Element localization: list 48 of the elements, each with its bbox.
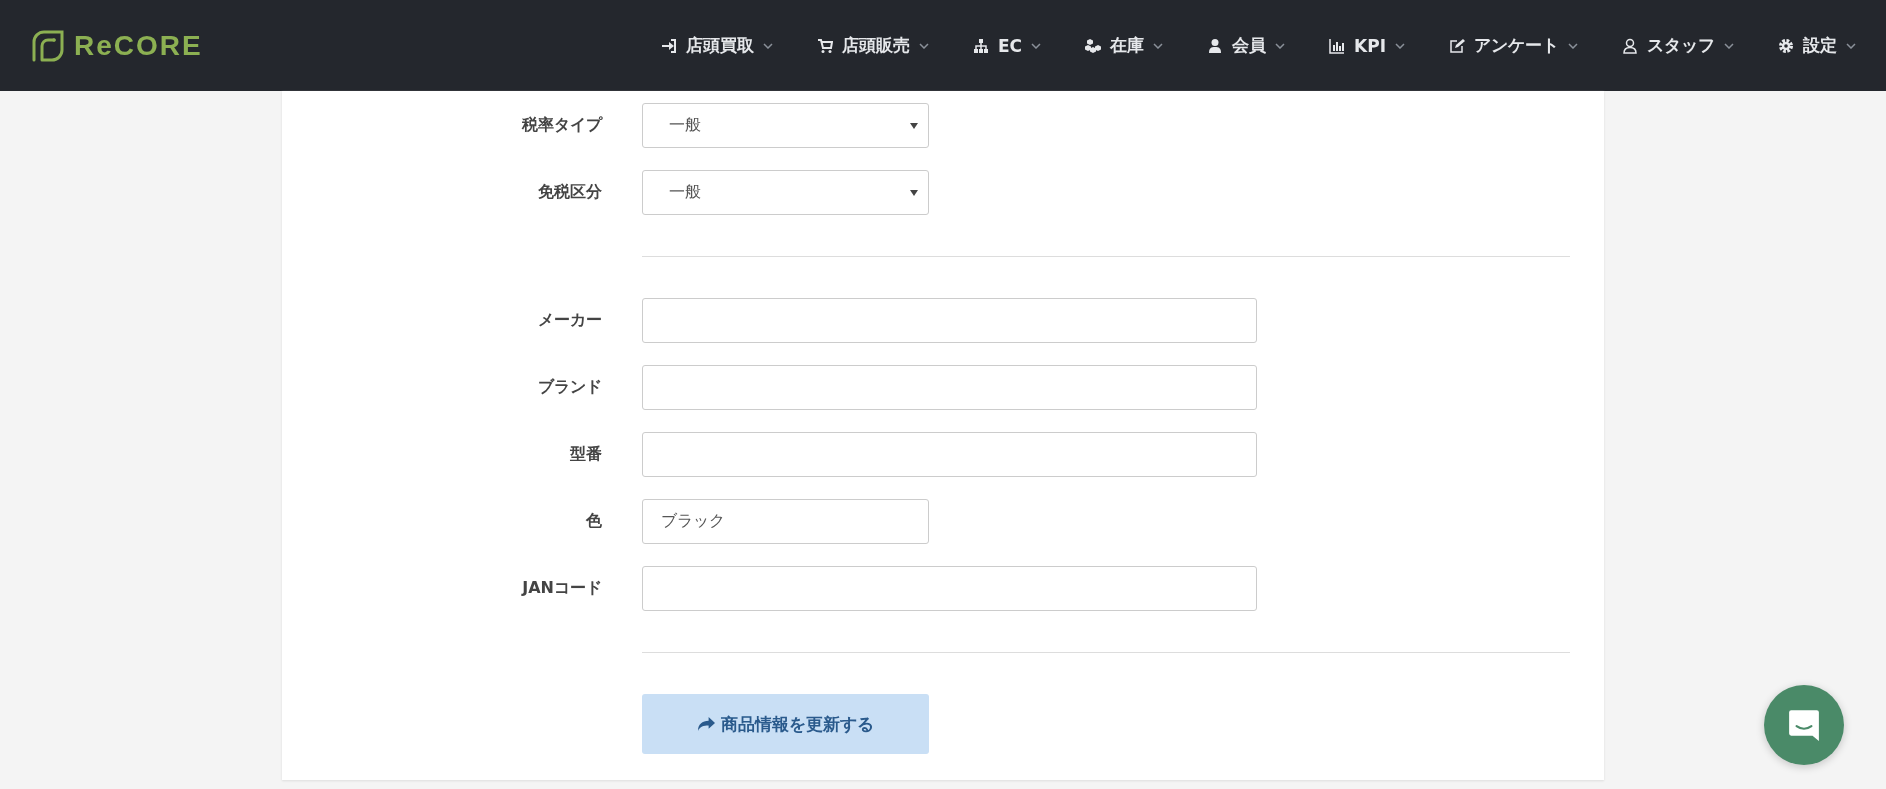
field-label: 型番 — [569, 444, 602, 465]
update-product-button[interactable]: 商品情報を更新する — [642, 694, 929, 754]
chat-launcher-button[interactable] — [1764, 685, 1844, 765]
nav-menu-item[interactable]: 設定 — [1778, 34, 1856, 57]
user-icon — [1207, 37, 1224, 54]
field-label: 色 — [585, 511, 602, 532]
nav-menu-item[interactable]: KPI — [1329, 35, 1405, 56]
input-field[interactable] — [642, 298, 1257, 343]
chevron-down-icon — [1395, 42, 1405, 49]
chevron-down-icon — [1568, 42, 1578, 49]
user-outline-icon — [1622, 37, 1638, 54]
nav-menu-item[interactable]: 在庫 — [1085, 34, 1164, 57]
input-field[interactable] — [642, 365, 1257, 410]
field-label: 免税区分 — [537, 182, 602, 203]
caret-icon — [910, 189, 918, 196]
field-label: メーカー — [537, 310, 602, 331]
edit-icon — [1449, 37, 1465, 54]
nav-menu-item[interactable]: 店頭買取 — [660, 34, 773, 57]
sitemap-icon — [972, 37, 989, 54]
nav-menu-item[interactable]: スタッフ — [1622, 34, 1734, 57]
share-arrow-icon — [697, 716, 715, 732]
input-field[interactable] — [642, 432, 1257, 477]
nav-menu-item[interactable]: 会員 — [1207, 34, 1286, 57]
nav-menu-item[interactable]: 店頭販売 — [816, 34, 929, 57]
select-dropdown[interactable]: 一般 — [642, 170, 929, 215]
field-label: JANコード — [520, 578, 602, 599]
field-label: ブランド — [537, 377, 602, 398]
chevron-down-icon — [1031, 42, 1042, 49]
input-field[interactable]: ブラック — [642, 499, 929, 544]
chat-bubble-icon — [1787, 708, 1821, 742]
cart-icon — [816, 37, 833, 54]
chevron-down-icon — [762, 42, 773, 49]
logo-text[interactable]: ReCORE — [74, 29, 203, 62]
chevron-down-icon — [1153, 42, 1164, 49]
chevron-down-icon — [918, 42, 929, 49]
caret-icon — [910, 122, 918, 129]
cubes-icon — [1085, 37, 1102, 54]
nav-menu-item[interactable]: アンケート — [1449, 34, 1578, 57]
input-field[interactable] — [642, 566, 1257, 611]
settings-icon — [1778, 37, 1794, 54]
chevron-down-icon — [1275, 42, 1286, 49]
field-label: 税率タイプ — [520, 115, 602, 136]
nav-menu-item[interactable]: EC — [972, 35, 1042, 56]
select-dropdown[interactable]: 一般 — [642, 103, 929, 148]
bar-chart-icon — [1329, 37, 1346, 54]
chevron-down-icon — [1724, 42, 1734, 49]
chevron-down-icon — [1846, 42, 1856, 49]
sign-in-icon — [660, 37, 677, 54]
